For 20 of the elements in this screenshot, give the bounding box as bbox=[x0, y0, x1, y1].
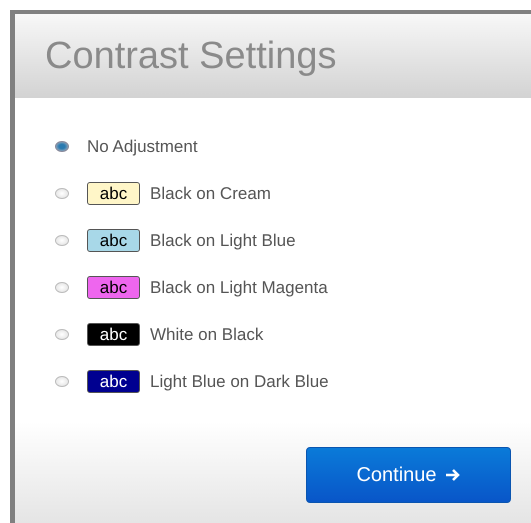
continue-button[interactable]: Continue bbox=[306, 447, 511, 503]
color-sample: abc bbox=[87, 323, 140, 346]
radio-button[interactable] bbox=[55, 188, 69, 199]
option-label: Light Blue on Dark Blue bbox=[150, 370, 329, 393]
option-label: Black on Light Magenta bbox=[150, 276, 328, 299]
radio-button[interactable] bbox=[55, 235, 69, 246]
option-label: No Adjustment bbox=[87, 136, 198, 158]
option-label: Black on Cream bbox=[150, 182, 271, 205]
color-sample: abc bbox=[87, 182, 140, 205]
dialog-title: Contrast Settings bbox=[45, 37, 336, 75]
color-sample: abc bbox=[87, 276, 140, 299]
radio-button[interactable] bbox=[55, 376, 69, 387]
radio-button[interactable] bbox=[55, 282, 69, 293]
arrow-right-icon bbox=[444, 468, 461, 482]
option-label: White on Black bbox=[150, 324, 264, 346]
option-label: Black on Light Blue bbox=[150, 230, 296, 252]
color-sample: abc bbox=[87, 370, 140, 393]
radio-button[interactable] bbox=[55, 141, 69, 152]
radio-button[interactable] bbox=[55, 329, 69, 340]
color-sample: abc bbox=[87, 229, 140, 252]
